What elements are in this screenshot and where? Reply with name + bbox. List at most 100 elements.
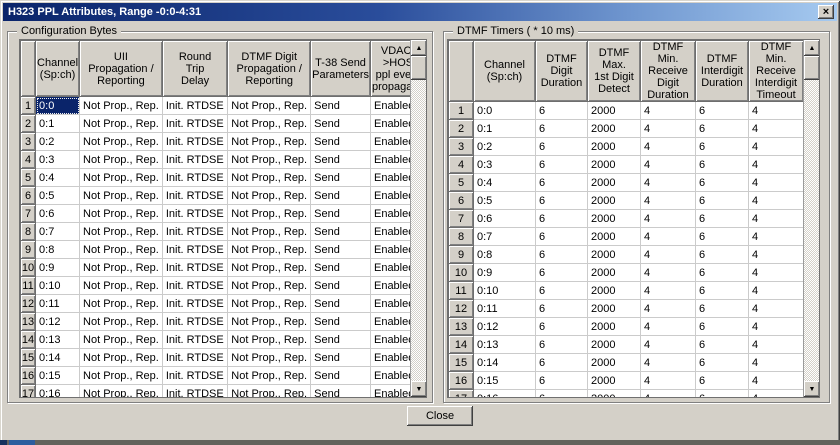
column-header[interactable]: Round Trip Delay	[162, 41, 227, 97]
cell[interactable]: Not Prop., Rep.	[228, 97, 311, 115]
cell[interactable]: 0:13	[474, 336, 536, 354]
cell[interactable]: 4	[749, 354, 804, 372]
row-number[interactable]: 4	[449, 156, 474, 174]
cell[interactable]: Send	[311, 151, 371, 169]
cell[interactable]: 0:6	[474, 210, 536, 228]
column-header[interactable]: DTMF Interdigit Duration	[696, 41, 749, 102]
cell[interactable]: 6	[536, 318, 588, 336]
cell[interactable]: Not Prop., Rep.	[80, 367, 163, 385]
cell[interactable]: 2000	[588, 372, 641, 390]
cell[interactable]: Init. RTDSE	[162, 133, 227, 151]
cell[interactable]: Send	[311, 331, 371, 349]
cell[interactable]: Send	[311, 169, 371, 187]
cell[interactable]: 0:8	[474, 246, 536, 264]
row-number[interactable]: 12	[21, 295, 36, 313]
row-number[interactable]: 7	[21, 205, 36, 223]
cell[interactable]: 2000	[588, 246, 641, 264]
cell[interactable]: Init. RTDSE	[162, 223, 227, 241]
cell[interactable]: 4	[749, 156, 804, 174]
cell[interactable]: Not Prop., Rep.	[80, 313, 163, 331]
cell[interactable]: 6	[696, 300, 749, 318]
cell[interactable]: Not Prop., Rep.	[80, 151, 163, 169]
cell[interactable]: 0:12	[474, 318, 536, 336]
column-header[interactable]: DTMF Digit Propagation / Reporting	[228, 41, 311, 97]
column-header[interactable]: Channel (Sp:ch)	[36, 41, 80, 97]
cell[interactable]: 6	[536, 264, 588, 282]
row-number[interactable]: 9	[21, 241, 36, 259]
cell[interactable]: 6	[536, 228, 588, 246]
cell[interactable]: 2000	[588, 318, 641, 336]
cell[interactable]: Init. RTDSE	[162, 313, 227, 331]
cell[interactable]: 6	[696, 354, 749, 372]
column-header[interactable]: DTMF Digit Duration	[536, 41, 588, 102]
cell[interactable]: Send	[311, 385, 371, 398]
cell[interactable]: Init. RTDSE	[162, 187, 227, 205]
cell[interactable]: 4	[641, 120, 696, 138]
row-number[interactable]: 3	[21, 133, 36, 151]
cell[interactable]: 2000	[588, 210, 641, 228]
cell[interactable]: 0:2	[36, 133, 80, 151]
cell[interactable]: 6	[536, 372, 588, 390]
row-number[interactable]: 1	[449, 102, 474, 120]
cell[interactable]: Send	[311, 367, 371, 385]
cell[interactable]: 0:6	[36, 205, 80, 223]
row-number[interactable]: 16	[21, 367, 36, 385]
cell[interactable]: 6	[696, 246, 749, 264]
cell[interactable]: 0:1	[36, 115, 80, 133]
column-header[interactable]: DTMF Min. Receive Interdigit Timeout	[749, 41, 804, 102]
cell[interactable]: 0:11	[474, 300, 536, 318]
cell[interactable]: 0:15	[474, 372, 536, 390]
cell[interactable]: 4	[641, 300, 696, 318]
cell[interactable]: Send	[311, 187, 371, 205]
cell[interactable]: 0:10	[36, 277, 80, 295]
cell[interactable]: 4	[641, 228, 696, 246]
cell[interactable]: 0:10	[474, 282, 536, 300]
cell[interactable]: 4	[749, 246, 804, 264]
cell[interactable]: Not Prop., Rep.	[80, 97, 163, 115]
row-number[interactable]: 13	[21, 313, 36, 331]
cell[interactable]: 6	[536, 102, 588, 120]
cell[interactable]: Not Prop., Rep.	[228, 385, 311, 398]
cell[interactable]: 6	[536, 192, 588, 210]
cell[interactable]: 6	[696, 264, 749, 282]
cell[interactable]: Init. RTDSE	[162, 115, 227, 133]
cell[interactable]: 4	[641, 102, 696, 120]
cell[interactable]: 0:12	[36, 313, 80, 331]
scrollbar-thumb[interactable]	[411, 56, 426, 80]
cell[interactable]: 4	[749, 282, 804, 300]
cell[interactable]: 4	[641, 264, 696, 282]
cell[interactable]: 4	[749, 120, 804, 138]
column-header[interactable]: DTMF Min. Receive Digit Duration	[641, 41, 696, 102]
cell[interactable]: Init. RTDSE	[162, 295, 227, 313]
cell[interactable]: 0:3	[36, 151, 80, 169]
cell[interactable]: Not Prop., Rep.	[80, 169, 163, 187]
cell[interactable]: Not Prop., Rep.	[228, 241, 311, 259]
cell[interactable]: 0:5	[36, 187, 80, 205]
row-number[interactable]: 4	[21, 151, 36, 169]
column-header[interactable]: UII Propagation / Reporting	[80, 41, 163, 97]
cell[interactable]: 6	[536, 336, 588, 354]
row-number[interactable]: 8	[21, 223, 36, 241]
corner-header[interactable]	[449, 41, 474, 102]
cell[interactable]: 4	[641, 246, 696, 264]
corner-header[interactable]	[21, 41, 36, 97]
cell[interactable]: Init. RTDSE	[162, 331, 227, 349]
cell[interactable]: 4	[749, 300, 804, 318]
row-number[interactable]: 15	[449, 354, 474, 372]
cell[interactable]: 6	[536, 156, 588, 174]
cell[interactable]: 2000	[588, 300, 641, 318]
row-number[interactable]: 14	[21, 331, 36, 349]
cell[interactable]: 0:15	[36, 367, 80, 385]
cell[interactable]: 2000	[588, 282, 641, 300]
cell[interactable]: 2000	[588, 228, 641, 246]
row-number[interactable]: 16	[449, 372, 474, 390]
cell[interactable]: 0:0	[474, 102, 536, 120]
row-number[interactable]: 3	[449, 138, 474, 156]
cell[interactable]: 6	[536, 174, 588, 192]
column-header[interactable]: DTMF Max. 1st Digit Detect	[588, 41, 641, 102]
cell[interactable]: 4	[641, 282, 696, 300]
row-number[interactable]: 5	[21, 169, 36, 187]
cell[interactable]: 6	[696, 102, 749, 120]
cell[interactable]: Send	[311, 313, 371, 331]
cell[interactable]: Not Prop., Rep.	[80, 187, 163, 205]
